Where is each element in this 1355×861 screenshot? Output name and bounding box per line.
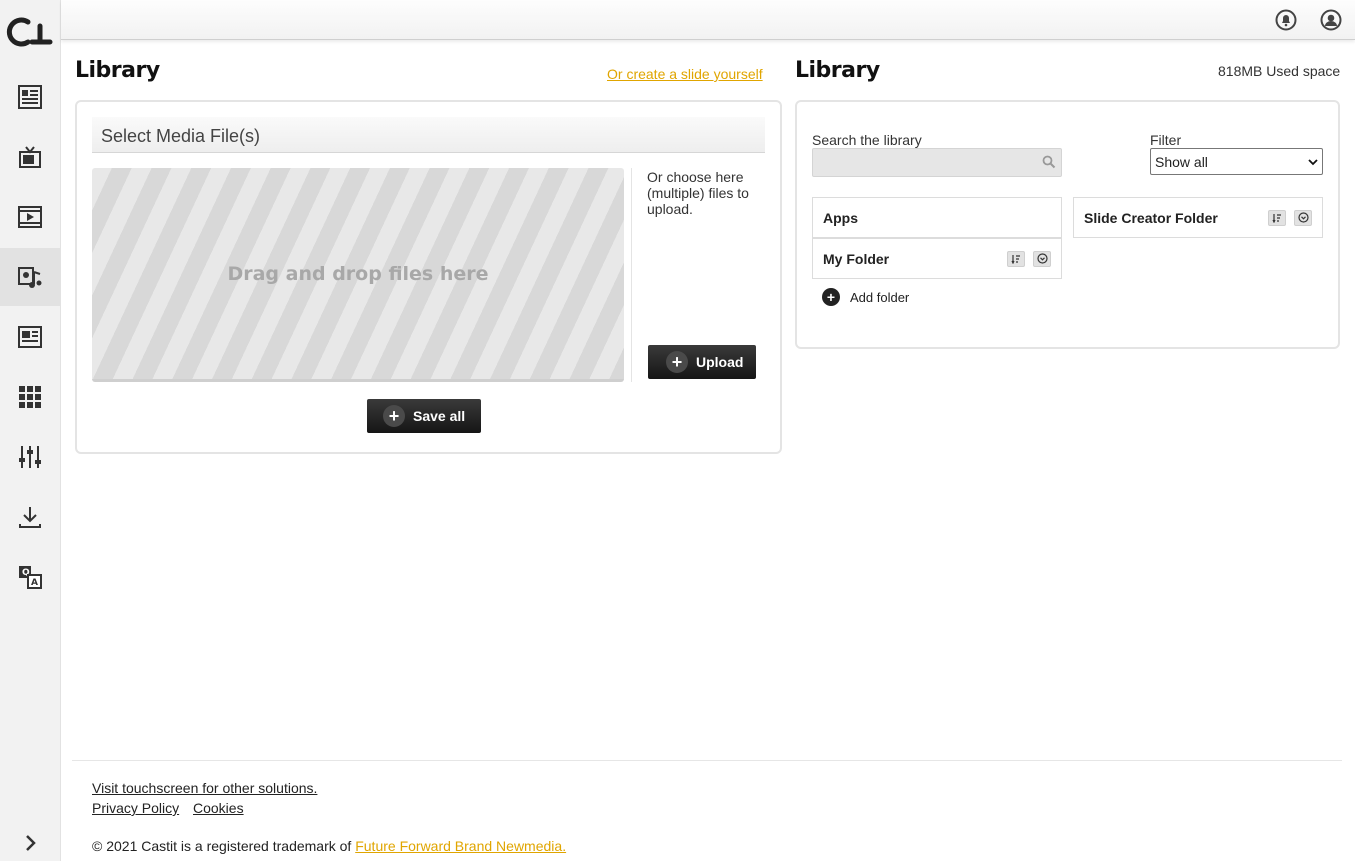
- sort-icon[interactable]: [1007, 250, 1025, 267]
- cookies-link[interactable]: Cookies: [193, 800, 244, 816]
- sliders-icon: [19, 446, 41, 468]
- user-icon[interactable]: [1320, 9, 1342, 31]
- folder-name: Apps: [823, 209, 858, 226]
- collapse-icon[interactable]: [1294, 209, 1312, 226]
- video-icon: [18, 206, 42, 228]
- save-all-button-label: Save all: [413, 408, 466, 424]
- nav-download[interactable]: [0, 488, 60, 546]
- nav-newsfeed[interactable]: [0, 68, 60, 126]
- upload-button-label: Upload: [696, 354, 744, 370]
- folder-slide-creator[interactable]: Slide Creator Folder: [1073, 197, 1323, 238]
- privacy-policy-link[interactable]: Privacy Policy: [92, 800, 179, 816]
- castit-logo[interactable]: [6, 12, 56, 52]
- nav-settings[interactable]: [0, 428, 60, 486]
- chevron-right-icon[interactable]: [20, 832, 42, 854]
- filter-label: Filter: [1150, 132, 1182, 148]
- collapse-icon[interactable]: [1033, 250, 1051, 267]
- filter-select[interactable]: Show all: [1150, 148, 1323, 175]
- nav-media-library[interactable]: [0, 248, 60, 306]
- visit-touchscreen-link[interactable]: Visit touchscreen for other solutions.: [92, 780, 317, 796]
- search-label: Search the library: [812, 132, 922, 148]
- folder-name: My Folder: [823, 250, 890, 267]
- nav-layout[interactable]: [0, 308, 60, 366]
- copyright-text: © 2021 Castit is a registered trademark …: [92, 838, 352, 854]
- nav-translate[interactable]: QA: [0, 548, 60, 606]
- sidebar: QA: [0, 0, 61, 861]
- bell-icon[interactable]: [1275, 9, 1297, 31]
- create-slide-link[interactable]: Or create a slide yourself: [607, 66, 763, 82]
- media-panel-header: Select Media File(s): [92, 117, 765, 153]
- save-all-button[interactable]: + Save all: [367, 399, 481, 433]
- plus-icon: +: [666, 351, 688, 373]
- plus-icon: +: [383, 405, 405, 427]
- chevron-down-icon: [1308, 158, 1318, 165]
- translate-icon: QA: [19, 566, 42, 589]
- newsfeed-icon: [18, 85, 42, 109]
- nav-video[interactable]: [0, 188, 60, 246]
- company-link[interactable]: Future Forward Brand Newmedia.: [355, 838, 566, 854]
- copyright: © 2021 Castit is a registered trademark …: [92, 838, 566, 854]
- filter-value: Show all: [1155, 153, 1208, 170]
- download-icon: [19, 507, 41, 528]
- search-input[interactable]: [812, 148, 1062, 177]
- add-icon: +: [822, 288, 840, 306]
- divider: [631, 168, 632, 382]
- search-icon: [1042, 155, 1056, 169]
- upload-button[interactable]: + Upload: [648, 345, 756, 379]
- page-title: Library: [75, 58, 160, 83]
- library-title: Library: [795, 58, 880, 83]
- folder-apps[interactable]: Apps: [812, 197, 1062, 238]
- folder-my-folder[interactable]: My Folder: [812, 238, 1062, 279]
- folder-name: Slide Creator Folder: [1084, 209, 1218, 226]
- choose-files-text: Or choose here (multiple) files to uploa…: [647, 169, 749, 217]
- drop-zone-text: Drag and drop files here: [227, 262, 489, 285]
- footer-divider: [72, 760, 1342, 761]
- tv-icon: [19, 146, 41, 168]
- nav-tv[interactable]: [0, 128, 60, 186]
- apps-grid-icon: [19, 386, 41, 408]
- media-library-icon: [18, 267, 42, 288]
- sort-icon[interactable]: [1268, 209, 1286, 226]
- add-folder-button[interactable]: + Add folder: [822, 288, 909, 306]
- used-space: 818MB Used space: [1218, 63, 1341, 79]
- top-bar: [61, 0, 1355, 40]
- layout-icon: [18, 326, 42, 348]
- nav-apps[interactable]: [0, 368, 60, 426]
- add-folder-label: Add folder: [850, 289, 910, 305]
- drop-zone[interactable]: Drag and drop files here: [92, 168, 624, 382]
- svg-text:A: A: [31, 578, 38, 588]
